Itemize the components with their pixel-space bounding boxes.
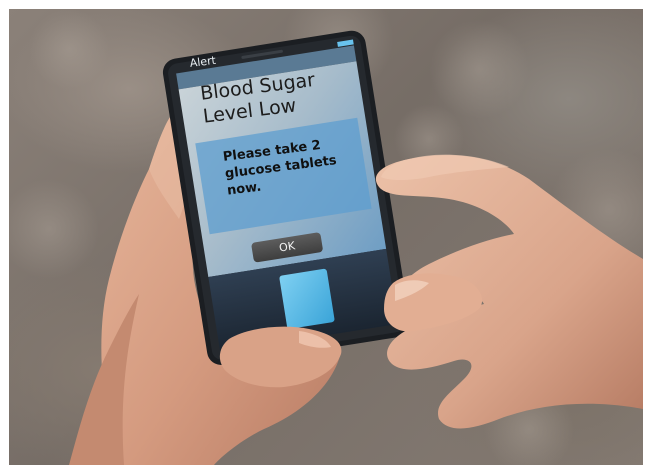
image-frame: Alert Blood Sugar Level Low Please take … [0,0,650,471]
sensor-pad-icon [279,268,335,329]
photo-illustration [9,9,643,465]
photo: Alert Blood Sugar Level Low Please take … [9,9,643,465]
